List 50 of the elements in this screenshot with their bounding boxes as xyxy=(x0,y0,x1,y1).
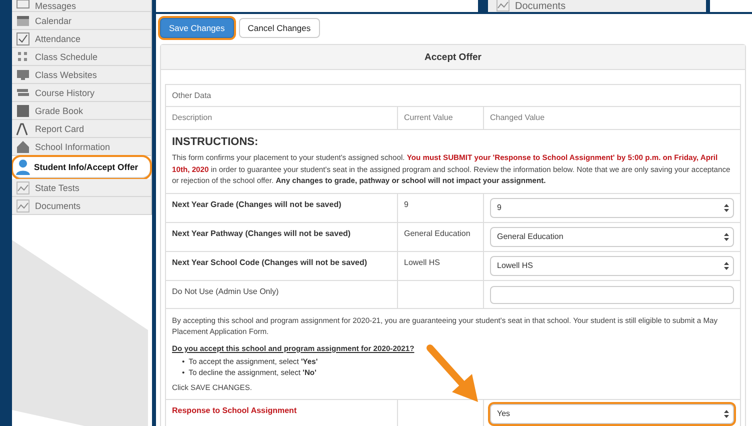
sidebar-item[interactable]: Grade Book xyxy=(12,102,151,120)
person-icon xyxy=(15,159,31,175)
current-value: Lowell HS xyxy=(398,252,484,280)
field-label: Response to School Assignment xyxy=(166,400,398,426)
sidebar-item[interactable]: State Tests xyxy=(12,179,151,197)
select-caret-icon xyxy=(724,410,729,418)
select-caret-icon xyxy=(724,204,729,212)
column-header: Description xyxy=(166,107,398,130)
chart-icon xyxy=(16,180,30,194)
grid-icon xyxy=(16,50,30,64)
calendar-icon xyxy=(16,14,30,28)
background-sidebar-item: Documents xyxy=(488,0,706,12)
current-value: 9 xyxy=(398,194,484,222)
sidebar-item[interactable]: Course History xyxy=(12,84,151,102)
grade-icon xyxy=(16,122,30,136)
column-header: Current Value xyxy=(398,107,484,130)
select-caret-icon xyxy=(724,262,729,270)
panel-title: Accept Offer xyxy=(161,45,745,70)
field-label: Next Year Pathway (Changes will not be saved) xyxy=(166,222,398,251)
current-value: General Education xyxy=(398,222,484,251)
sidebar-item[interactable]: Messages xyxy=(12,0,151,12)
sidebar-item[interactable]: Report Card xyxy=(12,120,151,138)
select-caret-icon xyxy=(724,232,729,241)
sidebar-item[interactable]: Class Schedule xyxy=(12,48,151,66)
instructions-heading: INSTRUCTIONS: xyxy=(172,136,260,148)
envelope-icon xyxy=(16,0,30,11)
select-field[interactable]: 9 xyxy=(490,198,734,218)
sidebar-item[interactable]: Documents xyxy=(12,197,151,215)
select-field[interactable]: General Education xyxy=(490,226,734,247)
select-field[interactable]: Lowell HS xyxy=(490,256,734,276)
section-label: Other Data xyxy=(172,91,212,100)
input-field[interactable] xyxy=(490,286,734,304)
field-label: Next Year School Code (Changes will not be saved) xyxy=(166,252,398,280)
checkbox-icon xyxy=(16,32,30,46)
chart-icon xyxy=(496,0,510,12)
background-panel xyxy=(710,0,752,12)
save-button[interactable]: Save Changes xyxy=(160,18,234,38)
cancel-button[interactable]: Cancel Changes xyxy=(238,18,320,38)
field-label: Do Not Use (Admin Use Only) xyxy=(166,280,398,308)
book-icon xyxy=(16,104,30,118)
select-field[interactable]: Yes xyxy=(490,404,734,424)
chart-icon xyxy=(16,198,30,212)
sidebar-item[interactable]: Student Info/Accept Offer xyxy=(13,157,150,178)
field-label: Next Year Grade (Changes will not be saved) xyxy=(166,194,398,222)
sidebar-item[interactable]: Class Websites xyxy=(12,66,151,84)
monitor-icon xyxy=(16,68,30,82)
sidebar-item[interactable]: School Information xyxy=(12,138,151,156)
sidebar-item[interactable]: Calendar xyxy=(12,12,151,30)
sidebar-item[interactable]: Attendance xyxy=(12,30,151,48)
column-header: Changed Value xyxy=(489,112,546,124)
